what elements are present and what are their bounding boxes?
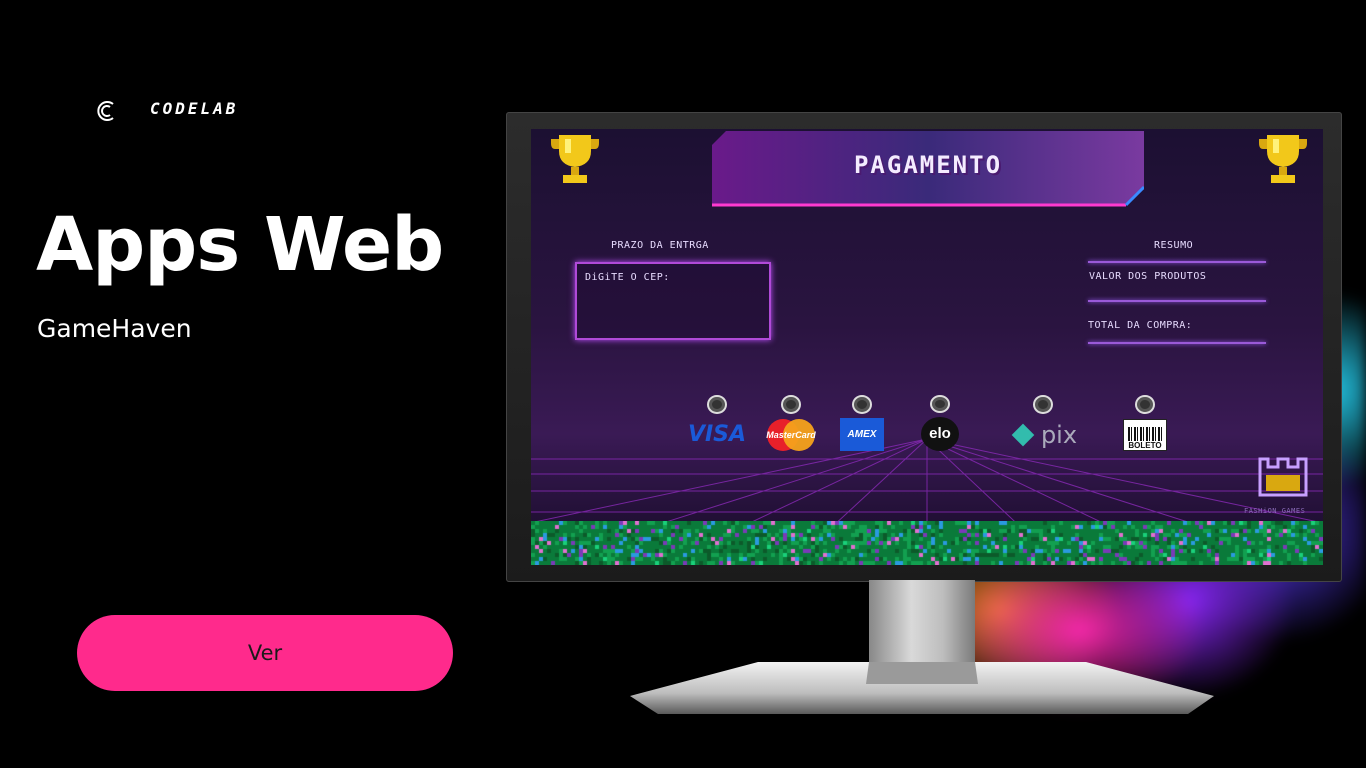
monitor-stand-base (630, 662, 1214, 714)
page-title: Apps Web (36, 202, 444, 288)
radio-pix[interactable] (1033, 395, 1053, 415)
trophy-icon-right (1259, 135, 1307, 183)
delivery-heading: PRAZO DA ENTRGA (611, 240, 709, 251)
page-subtitle: GameHaven (37, 314, 192, 343)
crown-logo-icon (1258, 457, 1308, 497)
cep-label: DiGiTE O CEP: (585, 272, 670, 283)
visa-logo: VISA (687, 422, 747, 448)
pixel-grass-ground (531, 521, 1323, 565)
codelab-c-icon (97, 101, 114, 121)
app-screen: PAGAMENTO PRAZO DA ENTRGA DiGiTE O CEP: … (531, 129, 1323, 565)
products-value-label: VALOR DOS PRODUTOS (1089, 271, 1207, 282)
payment-title: PAGAMENTO (853, 151, 1003, 179)
radio-elo[interactable] (930, 395, 950, 413)
trophy-icon-left (551, 135, 599, 183)
payment-option-pix[interactable]: pix (998, 395, 1088, 451)
cep-input-box[interactable]: DiGiTE O CEP: (575, 262, 771, 340)
brand-name: CODELAB (150, 98, 239, 118)
payment-option-amex[interactable]: AMEX (817, 395, 907, 451)
radio-mastercard[interactable] (781, 395, 801, 415)
brand: CODELAB (94, 98, 238, 124)
radio-boleto[interactable] (1135, 395, 1155, 415)
view-button[interactable]: Ver (77, 615, 453, 691)
summary-divider (1088, 342, 1266, 344)
elo-logo: elo (921, 417, 959, 451)
radio-visa[interactable] (707, 395, 727, 415)
amex-logo: AMEX (840, 418, 884, 451)
pix-logo: pix (1009, 418, 1077, 451)
mastercard-logo: MasterCard (765, 418, 817, 452)
payment-option-boleto[interactable]: BOLETO (1100, 395, 1190, 451)
footer-brand: FASHiON GAMES (1244, 507, 1306, 515)
payment-option-elo[interactable]: elo (895, 395, 985, 451)
summary-divider (1088, 300, 1266, 302)
radio-amex[interactable] (852, 395, 872, 414)
total-label: TOTAL DA COMPRA: (1088, 320, 1193, 331)
summary-heading: RESUMO (1154, 240, 1194, 251)
summary-divider (1088, 261, 1266, 263)
boleto-barcode-logo: BOLETO (1123, 418, 1167, 451)
